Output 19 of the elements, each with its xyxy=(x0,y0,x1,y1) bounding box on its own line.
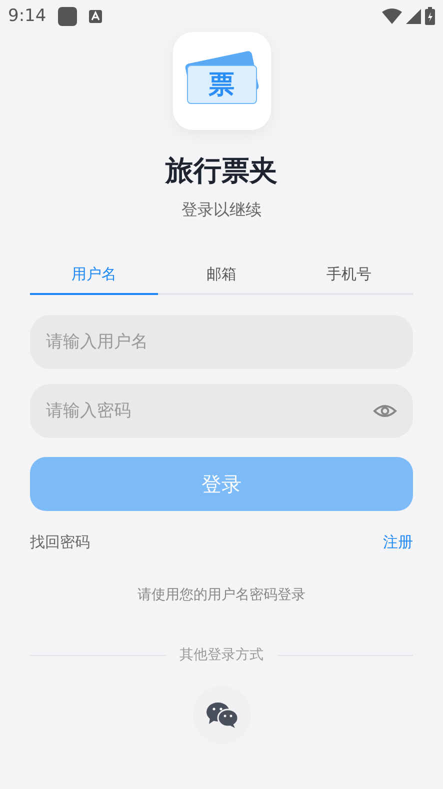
chat-bubbles-icon xyxy=(206,702,238,728)
other-login-label: 其他登录方式 xyxy=(180,646,264,664)
login-hint: 请使用您的用户名密码登录 xyxy=(136,586,306,604)
login-tab[interactable]: 用户名 xyxy=(30,257,158,295)
keyboard-icon xyxy=(89,10,102,22)
login-tab[interactable]: 手机号 xyxy=(285,257,414,295)
app-logo: 票 xyxy=(172,32,270,130)
signal-icon xyxy=(406,8,421,24)
forgot-password-link[interactable]: 找回密码 xyxy=(30,533,90,552)
username-field[interactable]: 请输入用户名 xyxy=(30,315,413,369)
battery-icon xyxy=(425,7,435,25)
wifi-icon xyxy=(382,8,402,24)
status-time: 9:14 xyxy=(8,6,46,26)
app-title: 旅行票夹 xyxy=(164,153,278,189)
register-link[interactable]: 注册 xyxy=(383,533,413,552)
app-subtitle: 登录以继续 xyxy=(180,200,262,221)
login-tab[interactable]: 邮箱 xyxy=(158,257,286,295)
notification-icon xyxy=(58,6,78,26)
password-field[interactable]: 请输入密码 xyxy=(30,384,413,438)
